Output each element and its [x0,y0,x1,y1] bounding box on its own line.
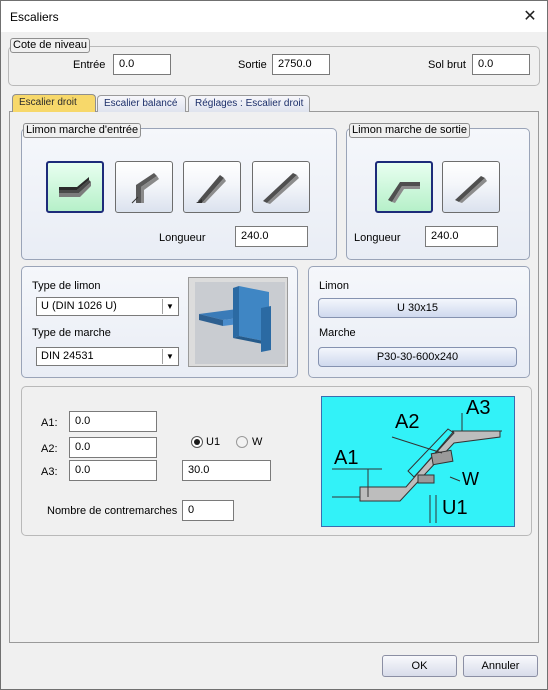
u1-w-value-input[interactable]: 30.0 [182,460,271,481]
escaliers-dialog: Escaliers ✕ Cote de niveau Entrée 0.0 So… [0,0,548,690]
diagram-label-w: W [462,469,479,489]
a2-label: A2: [41,443,58,455]
contremarches-label: Nombre de contremarches [47,505,178,517]
diagram-label-a3: A3 [466,397,491,419]
limon-entree-legend: Limon marche d'entrée [23,123,142,138]
marche-label: Marche [319,327,356,339]
limon-value-button[interactable]: U 30x15 [318,298,517,318]
chevron-down-icon[interactable]: ▼ [162,349,177,364]
sortie-label: Sortie [238,59,267,71]
stringer-flat-entry-icon[interactable] [46,161,104,213]
diagram-label-a1: A1 [334,447,359,469]
stringer-straight-exit-icon[interactable] [442,161,500,213]
chevron-down-icon[interactable]: ▼ [162,299,177,314]
type-limon-select[interactable]: U (DIN 1026 U) ▼ [36,297,179,316]
a1-input[interactable]: 0.0 [69,411,157,432]
sortie-input[interactable]: 2750.0 [272,54,330,75]
u1-radio-label[interactable]: U1 [206,436,220,448]
a3-label: A3: [41,466,58,478]
annuler-button[interactable]: Annuler [463,655,538,677]
contremarches-input[interactable]: 0 [182,500,234,521]
tab-reglages-escalier-droit[interactable]: Réglages : Escalier droit [188,95,310,112]
entree-label: Entrée [73,59,106,71]
type-marche-label: Type de marche [32,327,111,339]
title-bar: Escaliers ✕ [1,1,547,32]
stair-dimension-diagram: A1 A2 A3 W U1 [321,396,515,527]
diagram-label-a2: A2 [395,411,420,433]
longueur-entree-label: Longueur [159,232,206,244]
type-limon-value: U (DIN 1026 U) [41,300,117,312]
w-radio[interactable] [236,436,248,448]
entree-input[interactable]: 0.0 [113,54,171,75]
stringer-flat-exit-icon[interactable] [375,161,433,213]
close-icon[interactable]: ✕ [513,1,547,32]
a3-input[interactable]: 0.0 [69,460,157,481]
tab-escalier-droit[interactable]: Escalier droit [12,94,96,112]
longueur-entree-input[interactable]: 240.0 [235,226,308,247]
a2-input[interactable]: 0.0 [69,437,157,458]
longueur-sortie-input[interactable]: 240.0 [425,226,498,247]
ok-button[interactable]: OK [382,655,457,677]
profile-preview-image [188,277,288,367]
longueur-sortie-label: Longueur [354,232,401,244]
type-marche-value: DIN 24531 [41,350,94,362]
cote-de-niveau-legend: Cote de niveau [10,38,90,53]
a1-label: A1: [41,417,58,429]
sol-brut-label: Sol brut [428,59,466,71]
limon-label: Limon [319,280,349,292]
stringer-angled-entry-icon[interactable] [183,161,241,213]
diagram-label-u1: U1 [442,497,468,519]
tab-escalier-balance[interactable]: Escalier balancé [97,95,186,112]
window-title: Escaliers [10,10,59,24]
type-marche-select[interactable]: DIN 24531 ▼ [36,347,179,366]
u1-radio[interactable] [191,436,203,448]
sol-brut-input[interactable]: 0.0 [472,54,530,75]
stringer-knee-entry-icon[interactable] [115,161,173,213]
marche-value-button[interactable]: P30-30-600x240 [318,347,517,367]
stringer-straight-entry-icon[interactable] [252,161,310,213]
w-radio-label[interactable]: W [252,436,262,448]
limon-sortie-legend: Limon marche de sortie [349,123,470,138]
type-limon-label: Type de limon [32,280,101,292]
